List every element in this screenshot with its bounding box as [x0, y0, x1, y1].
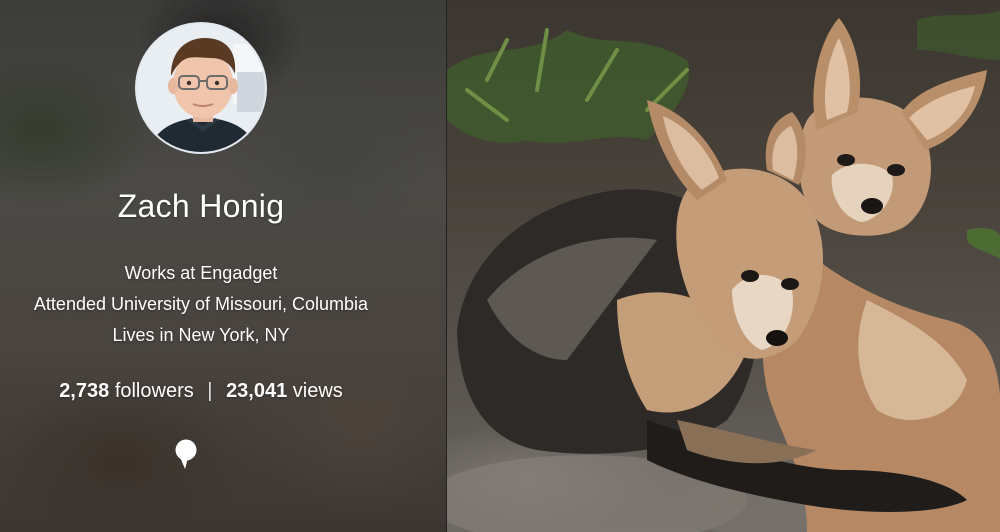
profile-stats: 2,738 followers | 23,041 views — [0, 380, 402, 403]
profile-panel: Zach Honig Works at Engadget Attended Un… — [0, 0, 446, 532]
speech-bubble-icon[interactable] — [172, 438, 200, 472]
views-count: 23,041 — [226, 380, 288, 402]
detail-education: Attended University of Missouri, Columbi… — [33, 294, 369, 314]
speech-bubble-shape — [175, 439, 197, 469]
profile-card: Zach Honig Works at Engadget Attended Un… — [0, 0, 1000, 532]
views-label: views — [292, 380, 343, 402]
avatar[interactable] — [135, 22, 267, 154]
avatar-photo-icon — [137, 24, 265, 152]
followers-count: 2,738 — [59, 380, 110, 402]
profile-name: Zach Honig — [117, 188, 285, 224]
followers-label: followers — [114, 380, 194, 402]
fox-pups-photo-icon — [447, 10, 1000, 532]
profile-details: Works at Engadget Attended University of… — [0, 258, 402, 351]
cover-photo — [446, 0, 1000, 532]
stats-separator: | — [207, 380, 213, 402]
profile-content: Zach Honig Works at Engadget Attended Un… — [0, 0, 446, 532]
detail-work: Works at Engadget — [124, 263, 278, 283]
detail-location: Lives in New York, NY — [112, 325, 290, 345]
